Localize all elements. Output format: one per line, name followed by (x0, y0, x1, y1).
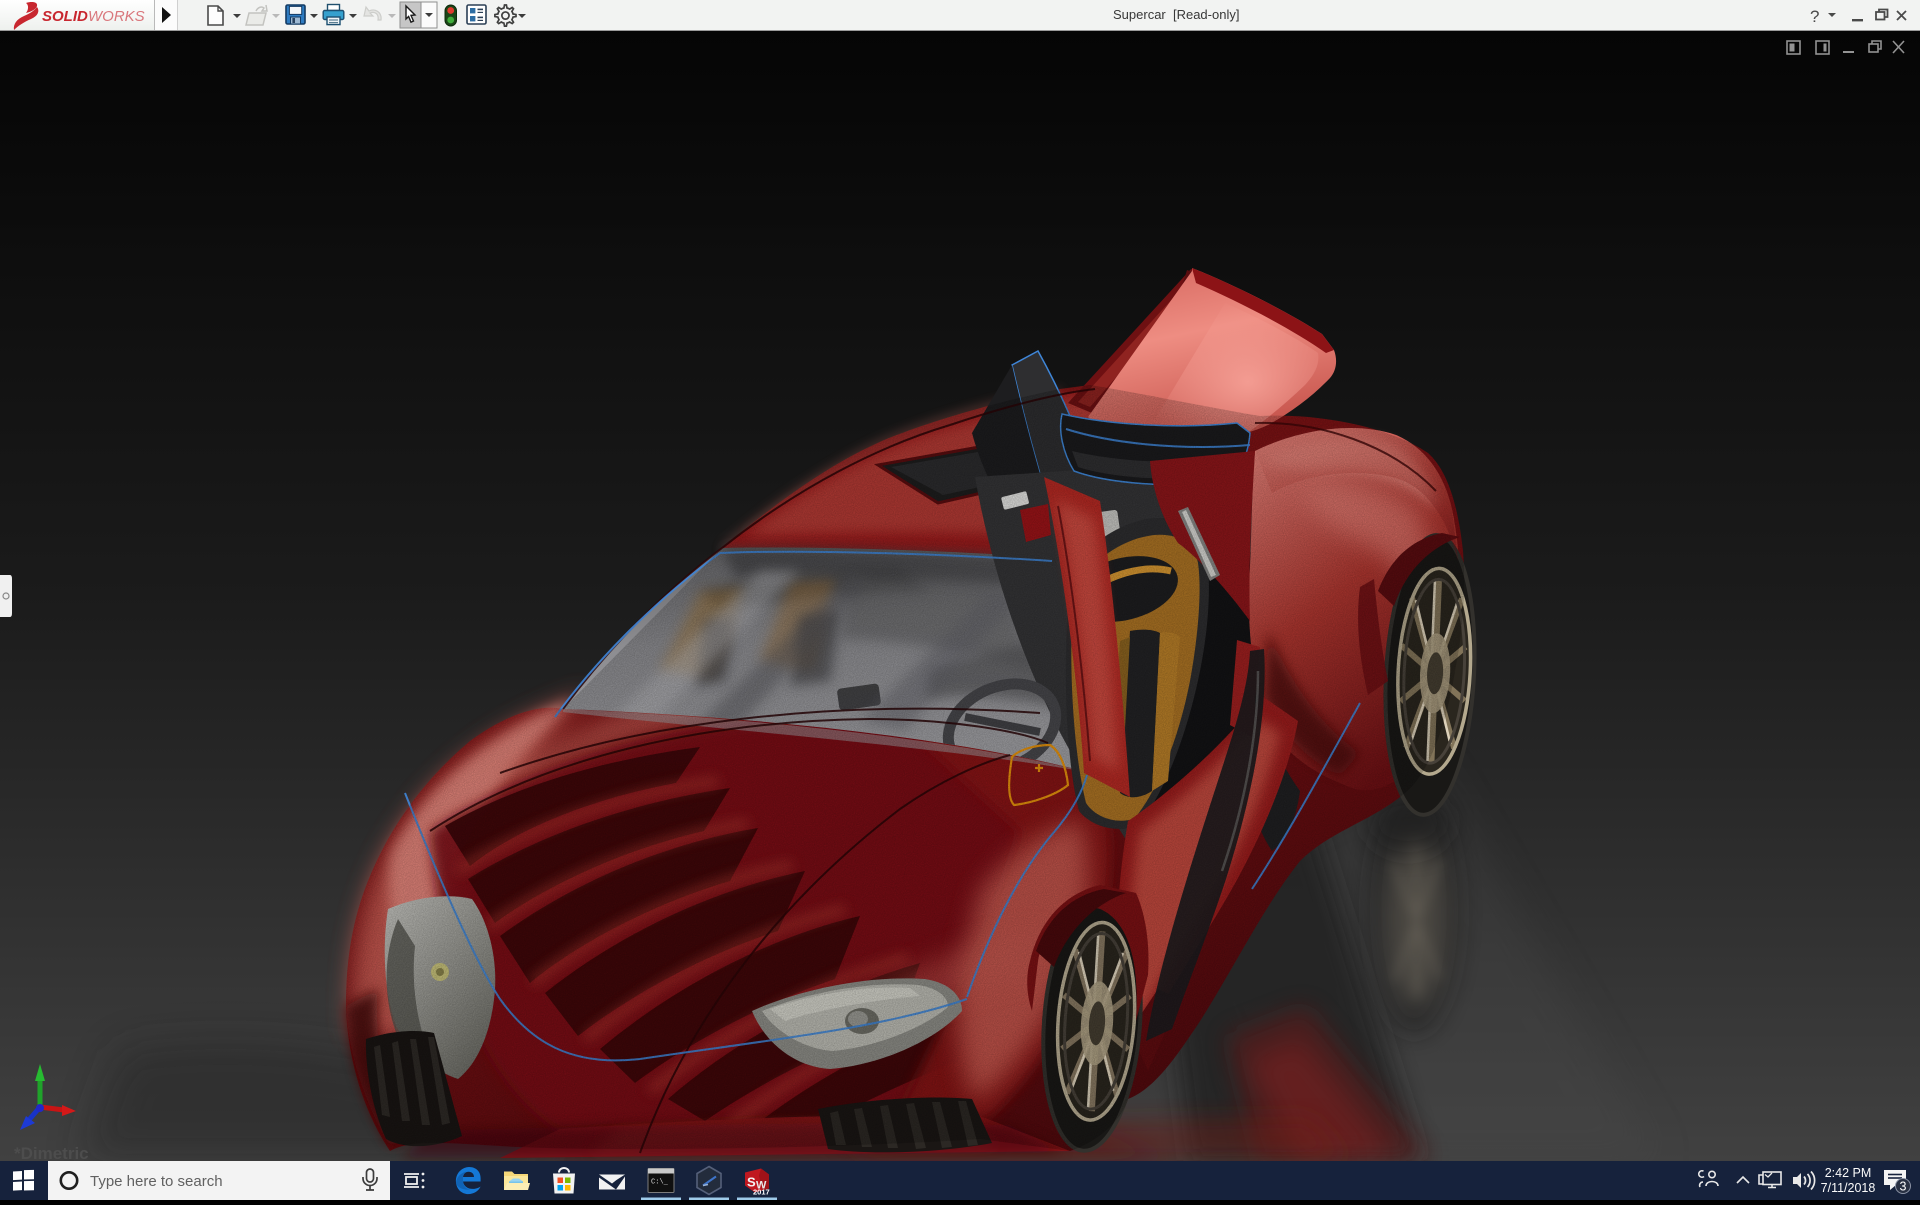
svg-text:?: ? (1810, 7, 1819, 26)
svg-text:*Dimetric: *Dimetric (14, 1144, 89, 1161)
svg-text:3: 3 (1900, 1180, 1907, 1194)
svg-text:2017: 2017 (753, 1188, 770, 1197)
svg-text:C:\_: C:\_ (651, 1179, 669, 1187)
svg-text:Type here to search: Type here to search (90, 1173, 223, 1190)
svg-text:7/11/2018: 7/11/2018 (1821, 1181, 1876, 1195)
svg-text:2:42 PM: 2:42 PM (1825, 1166, 1872, 1180)
